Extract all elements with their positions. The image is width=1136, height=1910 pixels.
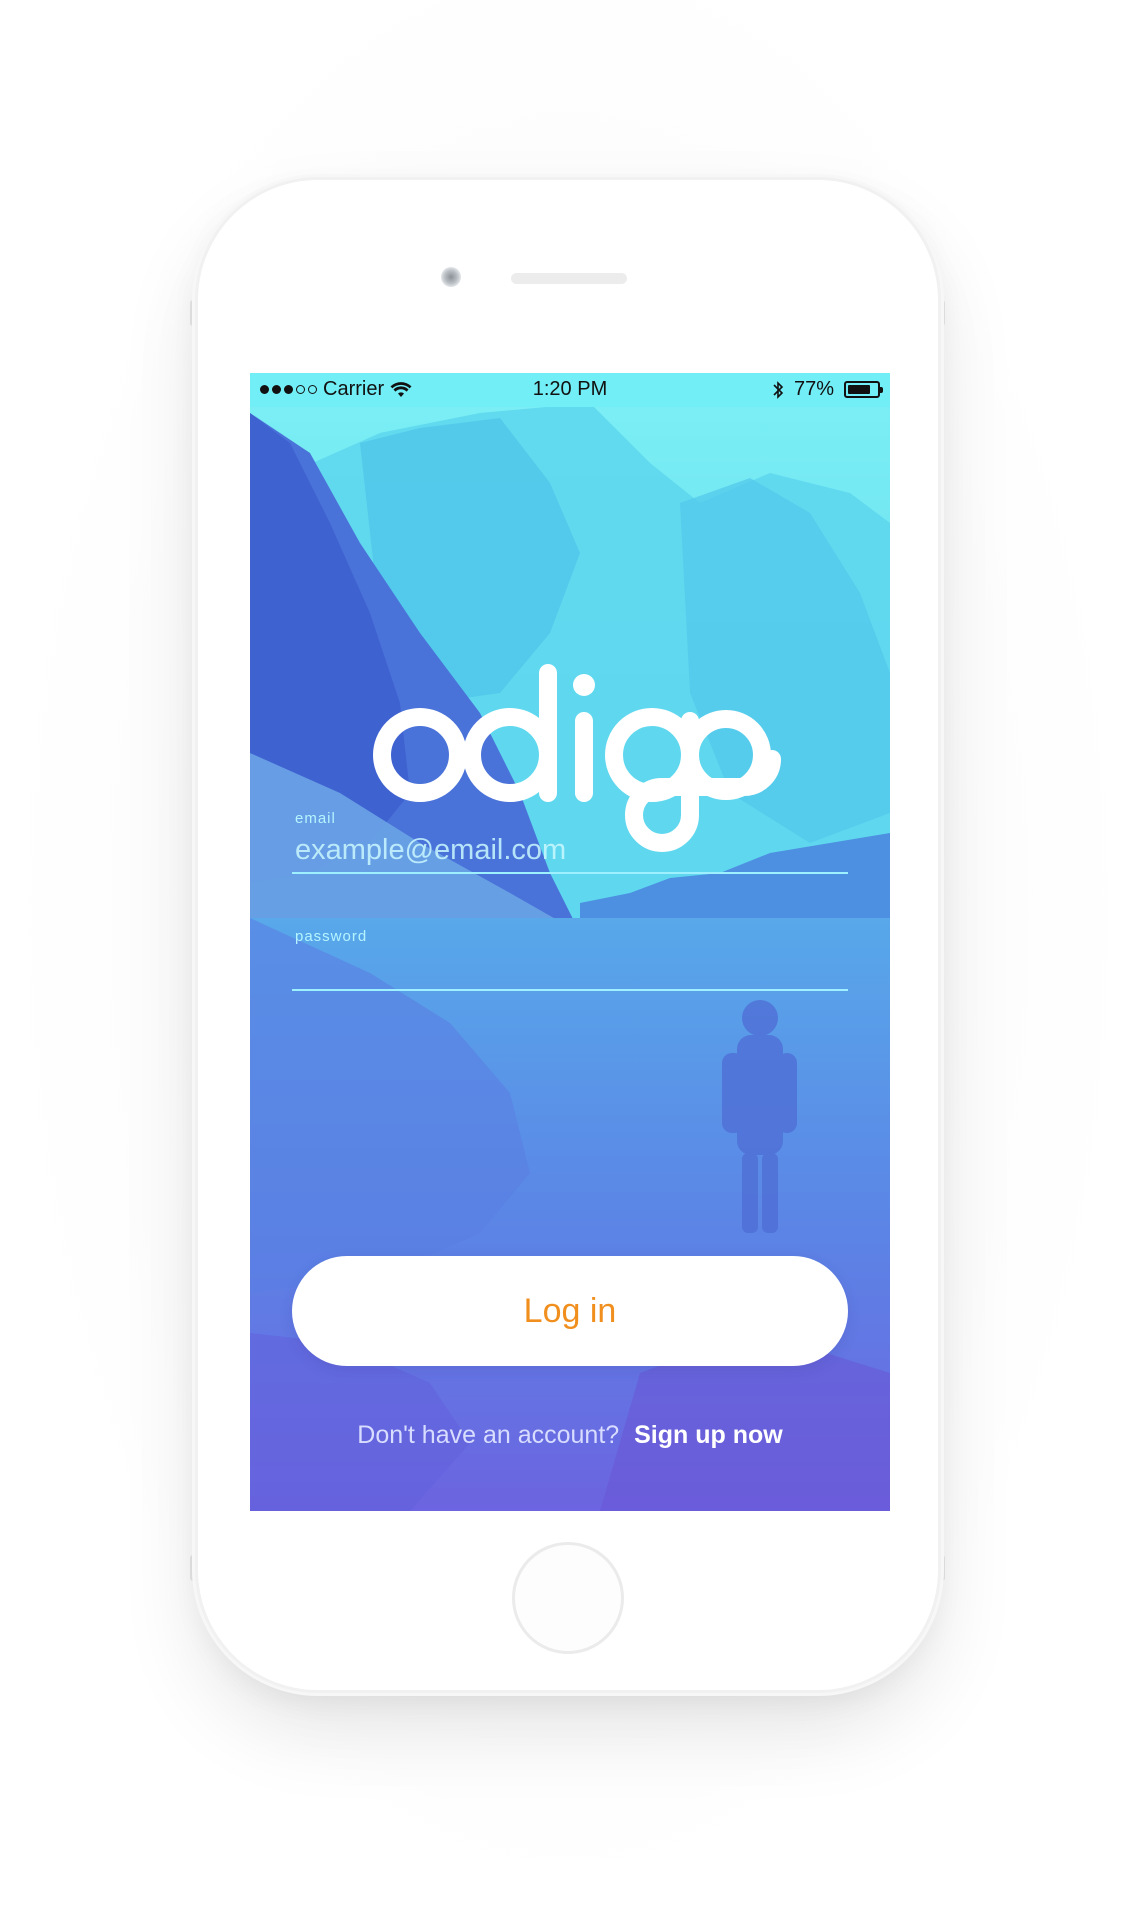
earpiece-speaker: [511, 273, 627, 284]
battery-level-fill: [848, 385, 870, 394]
bluetooth-icon: [773, 380, 784, 399]
battery-icon: [844, 381, 883, 398]
login-button[interactable]: Log in: [292, 1256, 848, 1366]
front-camera: [441, 267, 461, 287]
password-field[interactable]: [292, 945, 848, 991]
email-field[interactable]: [292, 828, 848, 874]
signup-row: Don't have an account? Sign up now: [250, 1421, 890, 1450]
password-label: password: [295, 928, 368, 945]
signup-link[interactable]: Sign up now: [634, 1421, 783, 1449]
signup-prompt: Don't have an account?: [357, 1421, 620, 1449]
email-label: email: [295, 810, 336, 827]
status-bar-right: 77%: [772, 378, 883, 401]
phone-screen: Carrier 1:20 PM 77% odi: [250, 373, 890, 1511]
status-bar: Carrier 1:20 PM 77%: [250, 373, 890, 407]
battery-percent: 77%: [793, 378, 834, 400]
home-button[interactable]: [512, 1542, 624, 1654]
battery-tip: [880, 387, 883, 393]
mockup-stage: Carrier 1:20 PM 77% odi: [0, 0, 1136, 1910]
